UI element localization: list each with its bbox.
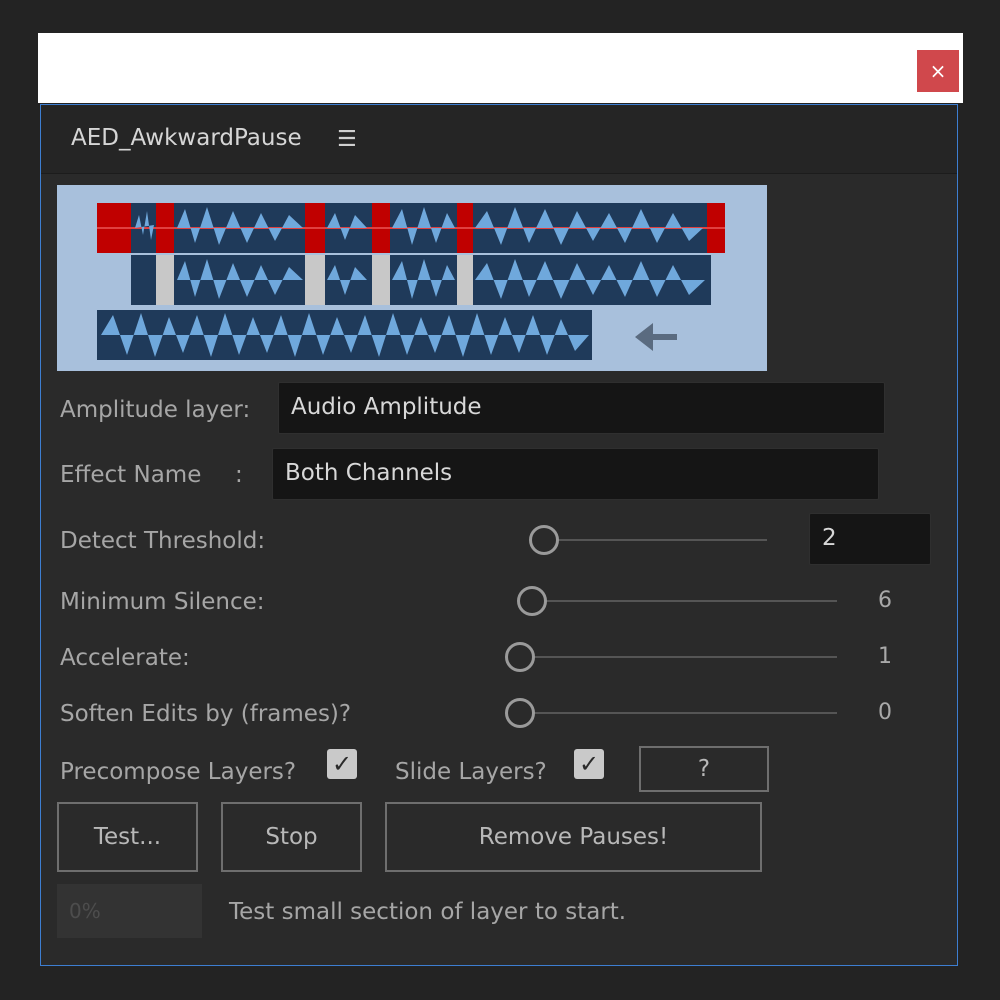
effect-name-label: Effect Name (60, 462, 202, 488)
amplitude-layer-label: Amplitude layer: (60, 397, 251, 423)
help-button[interactable]: ? (639, 746, 769, 792)
checkmark-icon: ✓ (331, 750, 353, 778)
test-button[interactable]: Test... (57, 802, 198, 872)
window-titlebar: × (38, 33, 963, 103)
detect-threshold-track[interactable] (541, 539, 767, 541)
detect-threshold-label: Detect Threshold: (60, 528, 266, 554)
slide-layers-label: Slide Layers? (395, 759, 547, 785)
accelerate-label: Accelerate: (60, 645, 190, 671)
soften-edits-track[interactable] (517, 712, 837, 714)
amplitude-layer-input[interactable]: Audio Amplitude (278, 382, 885, 434)
panel-header: AED_AwkwardPause ☰ (41, 105, 957, 174)
accelerate-knob[interactable] (505, 642, 535, 672)
progress-field: 0% (57, 884, 202, 938)
panel-title: AED_AwkwardPause (71, 125, 302, 151)
remove-pauses-button[interactable]: Remove Pauses! (385, 802, 762, 872)
precompose-layers-label: Precompose Layers? (60, 759, 297, 785)
waveform-illustration (57, 185, 767, 371)
soften-edits-label: Soften Edits by (frames)? (60, 701, 352, 727)
checkmark-icon: ✓ (578, 750, 600, 778)
detect-threshold-input[interactable]: 2 (809, 513, 931, 565)
soften-edits-value: 0 (878, 700, 892, 725)
status-message: Test small section of layer to start. (229, 899, 627, 925)
slide-layers-checkbox[interactable]: ✓ (574, 749, 604, 779)
minimum-silence-value: 6 (878, 588, 892, 613)
accelerate-track[interactable] (517, 656, 837, 658)
close-icon: × (929, 59, 947, 83)
hamburger-menu-icon[interactable]: ☰ (337, 127, 357, 152)
accelerate-value: 1 (878, 644, 892, 669)
close-button[interactable]: × (917, 50, 959, 92)
soften-edits-knob[interactable] (505, 698, 535, 728)
minimum-silence-label: Minimum Silence: (60, 589, 265, 615)
awkward-pause-panel: AED_AwkwardPause ☰ Amplitude layer: Audi… (40, 104, 958, 966)
effect-name-input[interactable]: Both Channels (272, 448, 879, 500)
stop-button[interactable]: Stop (221, 802, 362, 872)
minimum-silence-track[interactable] (529, 600, 837, 602)
minimum-silence-knob[interactable] (517, 586, 547, 616)
precompose-layers-checkbox[interactable]: ✓ (327, 749, 357, 779)
detect-threshold-knob[interactable] (529, 525, 559, 555)
effect-name-colon: : (235, 462, 243, 488)
